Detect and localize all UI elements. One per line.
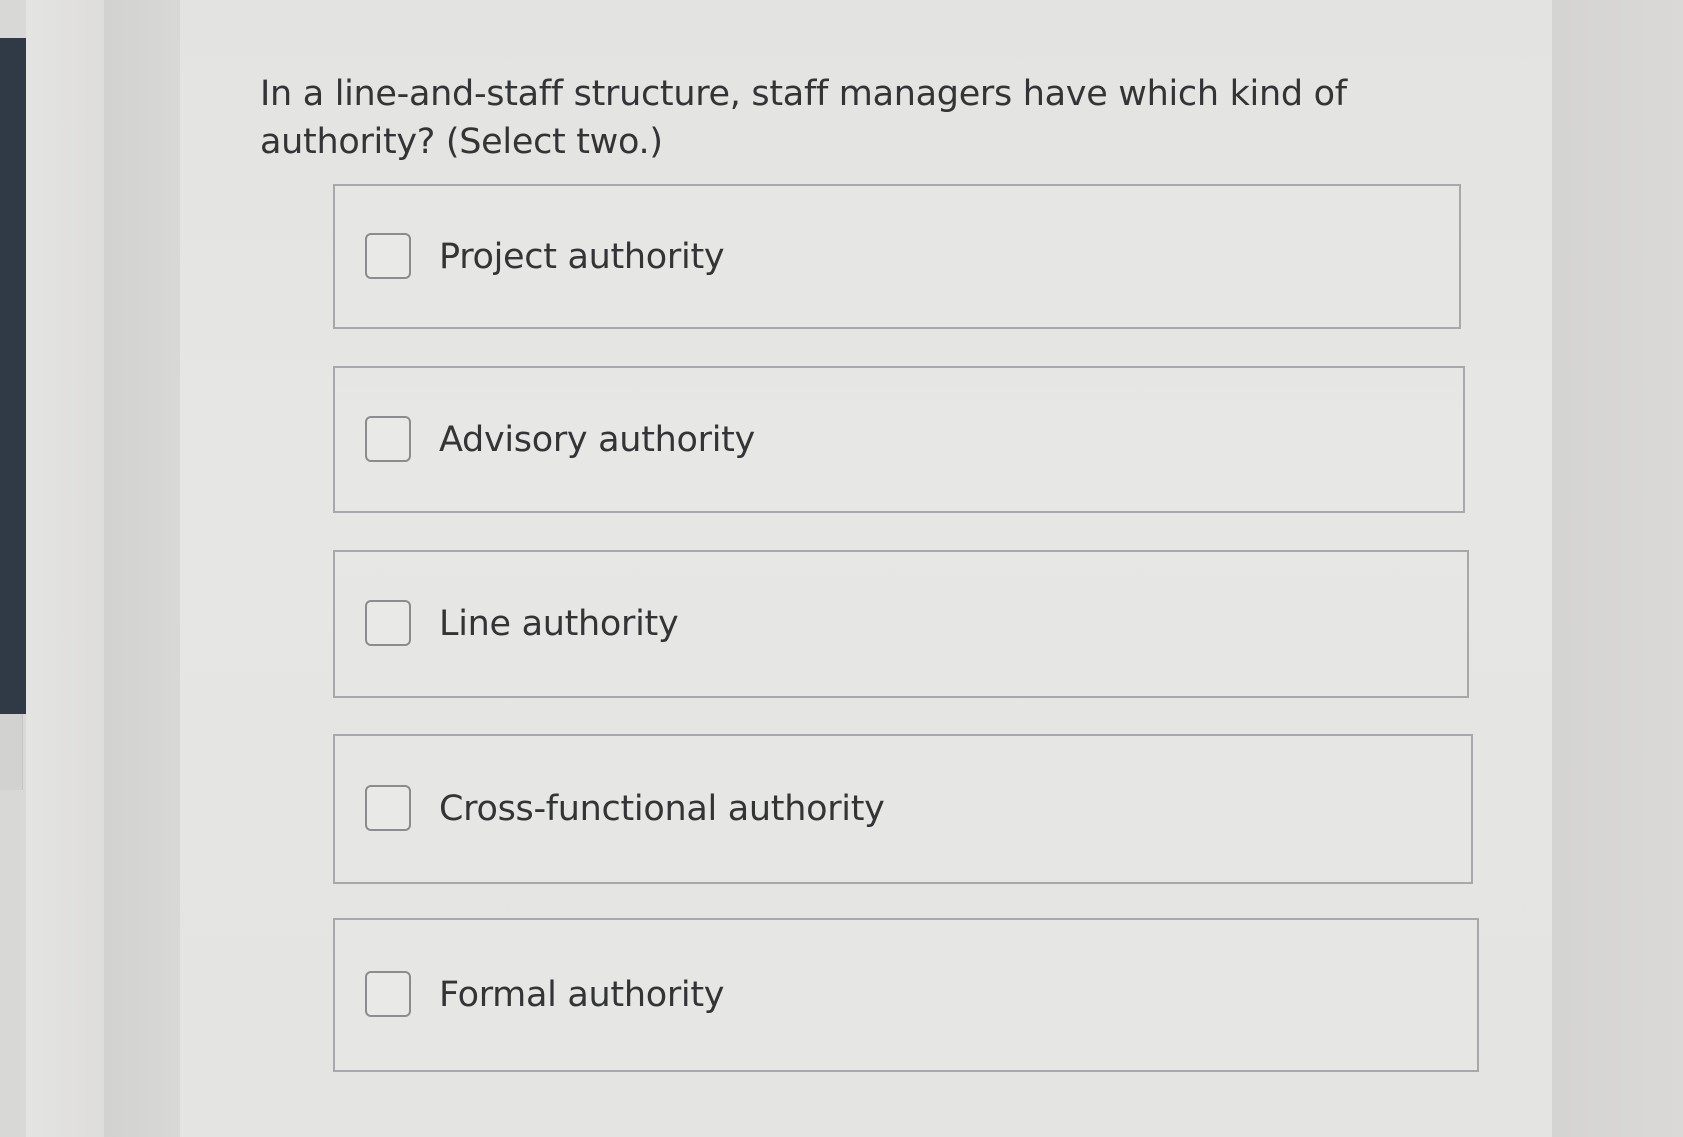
- option-label: Cross-functional authority: [439, 789, 885, 829]
- screen: In a line-and-staff structure, staff man…: [0, 0, 1683, 1137]
- option-label: Advisory authority: [439, 419, 755, 460]
- option-cross-functional-authority[interactable]: Cross-functional authority: [333, 734, 1473, 884]
- option-advisory-authority[interactable]: Advisory authority: [333, 366, 1465, 513]
- checkbox[interactable]: [365, 232, 411, 279]
- checkbox[interactable]: [365, 971, 411, 1017]
- checkbox[interactable]: [365, 600, 411, 646]
- option-label: Project authority: [439, 236, 725, 277]
- option-label: Formal authority: [439, 975, 725, 1015]
- option-line-authority[interactable]: Line authority: [333, 550, 1469, 698]
- answer-options: Project authority Advisory authority Lin…: [0, 0, 1683, 1137]
- option-label: Line authority: [439, 604, 679, 644]
- checkbox[interactable]: [365, 785, 411, 831]
- checkbox[interactable]: [365, 415, 411, 462]
- option-formal-authority[interactable]: Formal authority: [333, 918, 1479, 1072]
- option-project-authority[interactable]: Project authority: [333, 184, 1461, 329]
